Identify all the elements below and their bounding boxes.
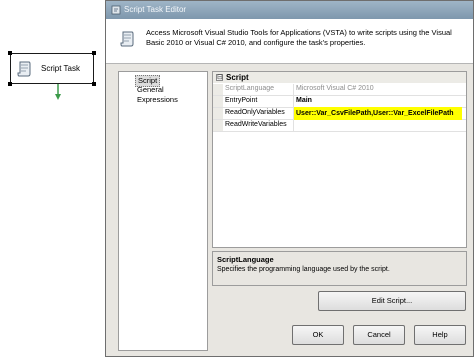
row-gutter bbox=[213, 96, 223, 107]
nav-item-expressions[interactable]: Expressions bbox=[135, 95, 180, 105]
task-label: Script Task bbox=[41, 64, 80, 73]
column-divider bbox=[293, 96, 294, 107]
property-grid: ⊟ Script ScriptLanguage Microsoft Visual… bbox=[212, 71, 467, 248]
column-divider bbox=[293, 84, 294, 95]
resize-handle-top-left[interactable] bbox=[8, 51, 12, 55]
header-description: Access Microsoft Visual Studio Tools for… bbox=[146, 28, 452, 47]
column-divider bbox=[293, 120, 294, 131]
description-title: ScriptLanguage bbox=[217, 255, 274, 264]
resize-handle-bottom-right[interactable] bbox=[92, 82, 96, 86]
property-row-readwritevariables[interactable]: ReadWriteVariables bbox=[213, 120, 466, 132]
script-scroll-icon bbox=[120, 31, 134, 47]
script-scroll-icon bbox=[17, 61, 31, 77]
row-gutter bbox=[213, 108, 223, 119]
property-section-header: ⊟ Script bbox=[213, 72, 466, 83]
resize-handle-top-right[interactable] bbox=[92, 51, 96, 55]
script-task-editor-dialog: Script Task Editor Access Microsoft Visu… bbox=[105, 0, 474, 357]
property-value[interactable]: Microsoft Visual C# 2010 bbox=[296, 85, 374, 92]
property-row-scriptlanguage[interactable]: ScriptLanguage Microsoft Visual C# 2010 bbox=[213, 84, 466, 96]
cancel-button[interactable]: Cancel bbox=[353, 325, 405, 345]
help-button[interactable]: Help bbox=[414, 325, 466, 345]
app-icon bbox=[111, 5, 121, 15]
property-value[interactable]: Main bbox=[296, 97, 312, 104]
section-label: Script bbox=[226, 73, 249, 82]
ok-button[interactable]: OK bbox=[292, 325, 344, 345]
window-title: Script Task Editor bbox=[124, 5, 187, 14]
precedence-arrow-icon[interactable] bbox=[55, 84, 61, 100]
collapse-icon[interactable]: ⊟ bbox=[216, 74, 223, 81]
property-name: ReadWriteVariables bbox=[225, 121, 287, 128]
property-description-panel: ScriptLanguage Specifies the programming… bbox=[212, 251, 467, 286]
script-task-shape[interactable]: Script Task bbox=[8, 51, 96, 86]
property-name: ScriptLanguage bbox=[225, 85, 275, 92]
header-area: Access Microsoft Visual Studio Tools for… bbox=[106, 19, 473, 64]
property-name: ReadOnlyVariables bbox=[225, 109, 285, 116]
property-value-highlighted[interactable]: User::Var_CsvFilePath,User::Var_ExcelFil… bbox=[294, 107, 462, 120]
description-text: Specifies the programming language used … bbox=[217, 266, 390, 273]
row-gutter bbox=[213, 84, 223, 95]
page-navigation-list: Script General Expressions bbox=[118, 71, 208, 351]
resize-handle-bottom-left[interactable] bbox=[8, 82, 12, 86]
row-gutter bbox=[213, 120, 223, 131]
property-name: EntryPoint bbox=[225, 97, 258, 104]
title-bar[interactable]: Script Task Editor bbox=[106, 1, 473, 19]
nav-item-general[interactable]: General bbox=[135, 85, 166, 95]
property-row-readonlyvariables[interactable]: ReadOnlyVariables User::Var_CsvFilePath,… bbox=[213, 107, 466, 120]
edit-script-button[interactable]: Edit Script... bbox=[318, 291, 466, 311]
